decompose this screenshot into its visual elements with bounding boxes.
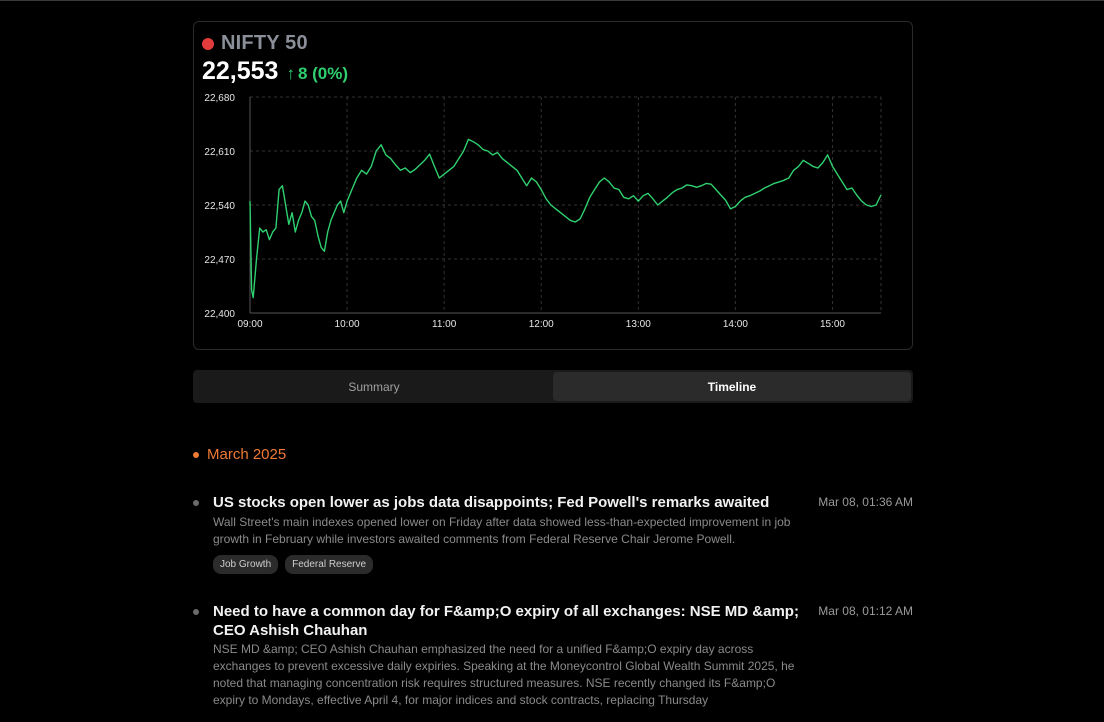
view-tabs: Summary Timeline (193, 370, 913, 403)
timeline-month-row: March 2025 (193, 446, 286, 463)
news-item[interactable]: Need to have a common day for F&amp;O ex… (193, 602, 913, 722)
y-tick-label: 22,470 (204, 255, 235, 266)
tag-chip[interactable]: Federal Reserve (285, 555, 374, 574)
news-time: Mar 08, 01:36 AM (818, 495, 913, 509)
y-tick-label: 22,680 (204, 93, 235, 104)
bullet-icon (193, 500, 199, 506)
x-tick-label: 13:00 (626, 319, 651, 330)
x-tick-label: 11:00 (432, 319, 457, 330)
intraday-line-chart[interactable]: 22,400 22,470 22,540 22,610 22,680 09:00 10:00… (194, 22, 912, 349)
chart-card: NIFTY 50 22,553 ↑ 8 (0%) 22,400 22,470 22,… (193, 21, 913, 350)
top-border (0, 0, 1104, 1)
y-tick-label: 22,540 (204, 201, 235, 212)
month-dot-icon (193, 451, 199, 458)
news-time: Mar 08, 01:12 AM (818, 604, 913, 618)
news-item[interactable]: US stocks open lower as jobs data disapp… (193, 493, 913, 593)
news-headline[interactable]: Need to have a common day for F&amp;O ex… (213, 602, 808, 640)
news-headline[interactable]: US stocks open lower as jobs data disapp… (213, 493, 803, 512)
x-tick-label: 12:00 (529, 319, 554, 330)
y-tick-label: 22,610 (204, 147, 235, 158)
main-column: NIFTY 50 22,553 ↑ 8 (0%) 22,400 22,470 22,… (193, 21, 913, 707)
news-summary: NSE MD &amp; CEO Ashish Chauhan emphasiz… (213, 642, 795, 707)
x-tick-label: 15:00 (820, 319, 845, 330)
x-tick-label: 09:00 (237, 319, 262, 330)
news-tags: Job Growth Federal Reserve (213, 555, 374, 574)
tab-timeline[interactable]: Timeline (553, 372, 911, 401)
timeline-month: March 2025 (207, 446, 287, 463)
bullet-icon (193, 609, 199, 615)
x-tick-label: 14:00 (723, 319, 748, 330)
tab-summary[interactable]: Summary (195, 372, 553, 401)
tag-chip[interactable]: Job Growth (213, 555, 279, 574)
price-series-line (249, 138, 882, 299)
news-summary: Wall Street's main indexes opened lower … (213, 515, 791, 546)
x-tick-label: 10:00 (335, 319, 360, 330)
y-tick-label: 22,400 (204, 309, 235, 320)
